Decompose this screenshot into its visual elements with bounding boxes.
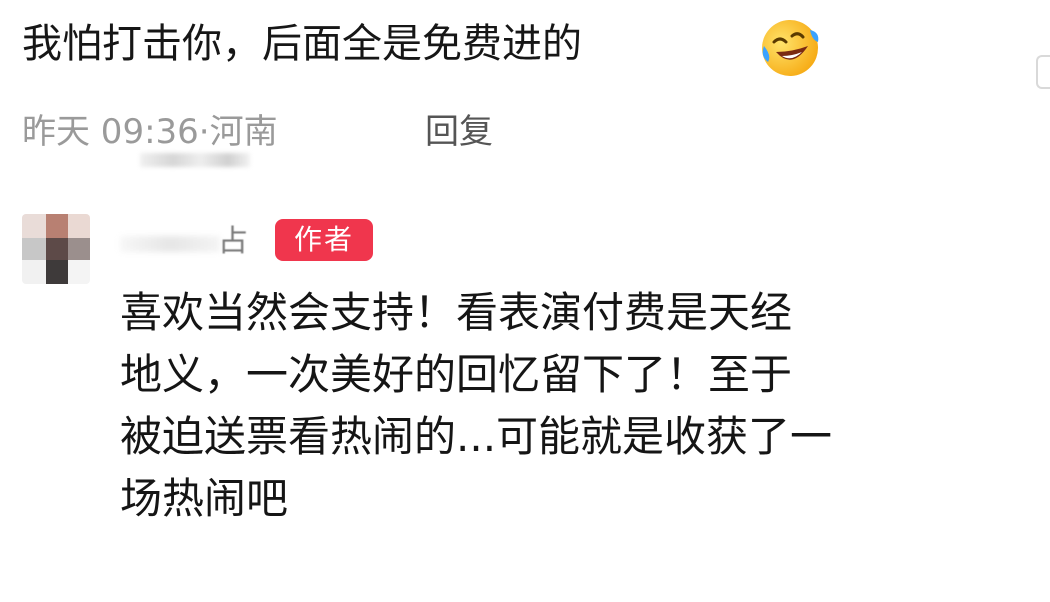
- username-visible-part: 占: [218, 224, 248, 259]
- username[interactable]: 占: [120, 222, 260, 262]
- reply-line: 被迫送票看热闹的...可能就是收获了一: [120, 412, 833, 461]
- reply-line: 喜欢当然会支持！看表演付费是天经: [120, 288, 793, 337]
- comment-location: 河南: [209, 112, 278, 152]
- meta-separator: ·: [198, 112, 210, 152]
- scroll-edge-indicator: [1036, 55, 1050, 89]
- comment-meta: 昨天 09:36·河南: [22, 108, 278, 156]
- reply-button[interactable]: 回复: [425, 108, 493, 156]
- laughing-emoji-icon: [762, 20, 819, 76]
- author-badge: 作者: [275, 219, 373, 261]
- reply-line: 场热闹吧: [120, 474, 289, 523]
- comment-time: 昨天 09:36: [22, 112, 199, 152]
- reply-line: 地义，一次美好的回忆留下了！至于: [120, 350, 793, 399]
- blurred-artifact: [140, 153, 250, 167]
- reply-text: 喜欢当然会支持！看表演付费是天经 地义，一次美好的回忆留下了！至于 被迫送票看热…: [120, 282, 1020, 530]
- avatar[interactable]: [22, 214, 90, 284]
- username-blur: [120, 236, 220, 252]
- comment-text: 我怕打击你，后面全是免费进的: [22, 21, 582, 67]
